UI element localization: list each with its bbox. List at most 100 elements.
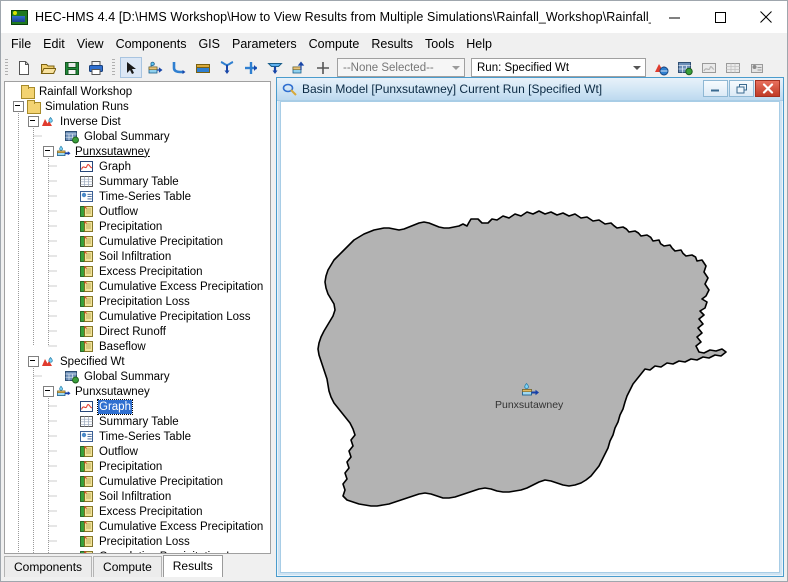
tree-node-result-0-9[interactable]: Precipitation Loss: [5, 294, 270, 309]
tree-node-result-1-1[interactable]: Summary Table: [5, 414, 270, 429]
punxsutawney-label: Punxsutawney: [495, 399, 564, 411]
menu-components[interactable]: Components: [110, 35, 193, 53]
tree-node-result-1-8[interactable]: Cumulative Excess Precipitation: [5, 519, 270, 534]
run-select-combo[interactable]: Run: Specified Wt: [471, 58, 646, 77]
tree-node-result-1-6[interactable]: Soil Infiltration: [5, 489, 270, 504]
add-icon[interactable]: [312, 57, 334, 78]
junction-icon[interactable]: [216, 57, 238, 78]
tree-node-result-1-10[interactable]: Cumulative Precipitation Loss: [5, 549, 270, 554]
tree-node-rainfall-workshop[interactable]: Rainfall Workshop: [5, 84, 270, 99]
menu-gis[interactable]: GIS: [192, 35, 226, 53]
reach-icon[interactable]: [168, 57, 190, 78]
open-project-icon[interactable]: [37, 57, 59, 78]
graph-results-icon[interactable]: [698, 57, 720, 78]
tree-node-run-1[interactable]: Specified Wt: [5, 354, 270, 369]
sink-icon[interactable]: [264, 57, 286, 78]
tab-components[interactable]: Components: [4, 556, 93, 578]
tree-node-result-1-0[interactable]: Graph: [5, 398, 270, 415]
time-series-data-icon: [80, 520, 95, 534]
tree-node-run-0[interactable]: Inverse Dist: [5, 114, 270, 129]
tree-node-result-0-3[interactable]: Outflow: [5, 204, 270, 219]
tree-node-result-1-9[interactable]: Precipitation Loss: [5, 534, 270, 549]
time-series-data-icon: [80, 205, 95, 219]
summary-table-icon[interactable]: [722, 57, 744, 78]
window-titlebar: HEC-HMS 4.4 [D:\HMS Workshop\How to View…: [1, 1, 787, 33]
basin-model-titlebar[interactable]: Basin Model [Punxsutawney] Current Run […: [277, 78, 783, 101]
menu-help[interactable]: Help: [460, 35, 498, 53]
menu-file[interactable]: File: [5, 35, 37, 53]
time-series-table-icon[interactable]: [746, 57, 768, 78]
tree-expand-toggle[interactable]: [13, 101, 24, 112]
time-series-data-icon: [80, 475, 95, 489]
arrow-select-icon[interactable]: [120, 57, 142, 78]
minimize-button[interactable]: [651, 1, 697, 33]
basin-model-icon: [282, 82, 298, 96]
print-icon[interactable]: [85, 57, 107, 78]
close-button[interactable]: [743, 1, 787, 33]
tree-node-result-1-6-label: Soil Infiltration: [99, 490, 172, 503]
source-icon[interactable]: [288, 57, 310, 78]
tree-node-result-0-10[interactable]: Cumulative Precipitation Loss: [5, 309, 270, 324]
tree-node-global-summary-1[interactable]: Global Summary: [5, 369, 270, 384]
time-series-data-icon: [80, 310, 95, 324]
tree-expand-toggle[interactable]: [43, 146, 54, 157]
compute-run-icon[interactable]: [650, 57, 672, 78]
tree-node-result-1-10-label: Cumulative Precipitation Loss: [98, 550, 252, 554]
tree-node-result-1-4-label: Precipitation: [99, 460, 163, 473]
time-series-table-icon: [80, 190, 95, 204]
tree-node-result-1-4[interactable]: Precipitation: [5, 459, 270, 474]
tree-node-result-1-3[interactable]: Outflow: [5, 444, 270, 459]
project-tree-panel[interactable]: Rainfall Workshop Simulation Runs Inverse …: [4, 81, 271, 554]
tab-compute[interactable]: Compute: [93, 556, 162, 578]
tree-expand-toggle[interactable]: [28, 116, 39, 127]
reservoir-icon[interactable]: [192, 57, 214, 78]
tree-node-result-0-10-label: Cumulative Precipitation Loss: [99, 310, 251, 323]
tree-node-result-0-0[interactable]: Graph: [5, 159, 270, 174]
time-series-data-icon: [80, 250, 95, 264]
diversion-icon[interactable]: [240, 57, 262, 78]
tree-node-result-0-12[interactable]: Baseflow: [5, 339, 270, 354]
tree-node-result-0-11[interactable]: Direct Runoff: [5, 324, 270, 339]
toolbar-grip-2[interactable]: [112, 58, 115, 77]
basin-restore-button[interactable]: [729, 80, 754, 97]
tree-node-element-1[interactable]: Punxsutawney: [5, 384, 270, 399]
maximize-button[interactable]: [697, 1, 743, 33]
tree-expand-toggle[interactable]: [28, 356, 39, 367]
tree-node-result-0-6[interactable]: Soil Infiltration: [5, 249, 270, 264]
element-select-combo[interactable]: --None Selected--: [337, 58, 465, 77]
tree-node-result-1-2[interactable]: Time-Series Table: [5, 429, 270, 444]
basin-map-canvas[interactable]: Punxsutawney: [280, 101, 780, 573]
save-project-icon[interactable]: [61, 57, 83, 78]
tree-node-result-0-4[interactable]: Precipitation: [5, 219, 270, 234]
tree-node-global-summary-0-label: Global Summary: [84, 130, 170, 143]
tab-results[interactable]: Results: [162, 555, 223, 578]
tree-node-result-1-7[interactable]: Excess Precipitation: [5, 504, 270, 519]
basin-close-button[interactable]: [755, 80, 780, 97]
global-summary-icon[interactable]: [674, 57, 696, 78]
tree-node-result-0-2[interactable]: Time-Series Table: [5, 189, 270, 204]
tree-node-result-0-1[interactable]: Summary Table: [5, 174, 270, 189]
tree-node-result-0-7[interactable]: Excess Precipitation: [5, 264, 270, 279]
punxsutawney-site-marker[interactable]: Punxsutawney: [495, 382, 563, 411]
tree-node-result-0-5[interactable]: Cumulative Precipitation: [5, 234, 270, 249]
subbasin-icon[interactable]: [144, 57, 166, 78]
tree-node-result-0-9-label: Precipitation Loss: [99, 295, 190, 308]
tree-node-result-1-5[interactable]: Cumulative Precipitation: [5, 474, 270, 489]
tree-node-global-summary-0[interactable]: Global Summary: [5, 129, 270, 144]
tree-node-element-0[interactable]: Punxsutawney: [5, 144, 270, 159]
menu-parameters[interactable]: Parameters: [226, 35, 303, 53]
new-project-icon[interactable]: [13, 57, 35, 78]
tree-node-result-0-4-label: Precipitation: [99, 220, 163, 233]
menu-compute[interactable]: Compute: [303, 35, 366, 53]
graph-icon: [80, 400, 95, 414]
tree-expand-toggle[interactable]: [43, 386, 54, 397]
tree-node-result-0-8[interactable]: Cumulative Excess Precipitation: [5, 279, 270, 294]
basin-watershed-shape[interactable]: [281, 102, 780, 573]
menu-edit[interactable]: Edit: [37, 35, 71, 53]
menu-view[interactable]: View: [71, 35, 110, 53]
menu-results[interactable]: Results: [365, 35, 419, 53]
tree-node-simulation-runs[interactable]: Simulation Runs: [5, 99, 270, 114]
basin-minimize-button[interactable]: [703, 80, 728, 97]
toolbar-grip[interactable]: [5, 58, 8, 77]
menu-tools[interactable]: Tools: [419, 35, 460, 53]
